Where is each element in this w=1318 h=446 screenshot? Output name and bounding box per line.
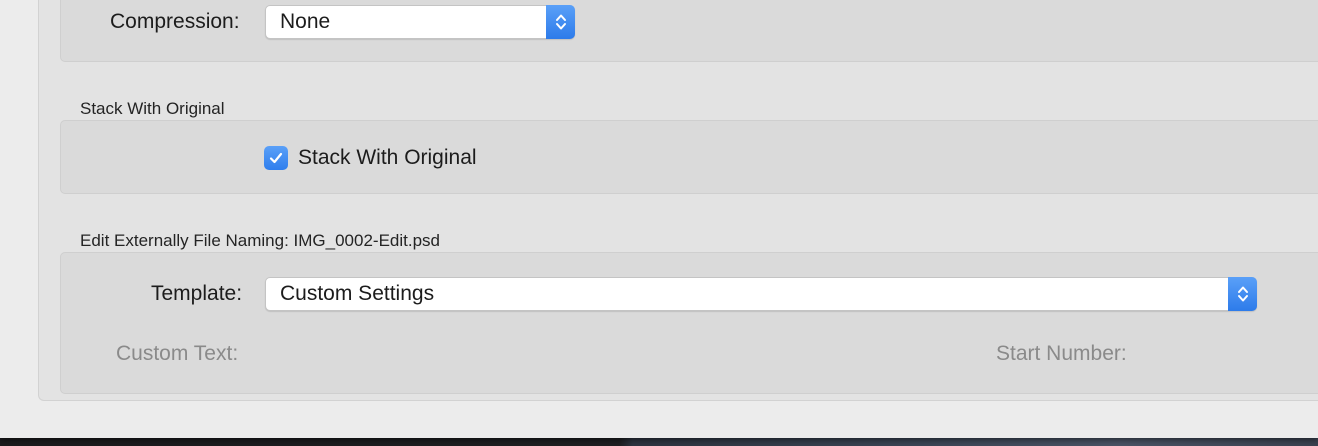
template-popup[interactable]: Custom Settings xyxy=(265,277,1257,311)
checkmark-icon xyxy=(269,152,283,164)
custom-text-label: Custom Text: xyxy=(116,342,239,365)
compression-group xyxy=(60,0,1318,62)
stack-with-original-checkbox[interactable] xyxy=(264,146,288,170)
stack-group xyxy=(60,120,1318,194)
start-number-label: Start Number: xyxy=(996,342,1127,365)
export-settings-window: Compression: None Stack With Original St… xyxy=(0,0,1318,438)
template-label: Template: xyxy=(151,282,243,305)
compression-value: None xyxy=(280,10,331,33)
compression-popup[interactable]: None xyxy=(265,5,575,39)
compression-label: Compression: xyxy=(110,10,240,33)
stack-with-original-label[interactable]: Stack With Original xyxy=(298,146,477,170)
chevron-up-down-icon xyxy=(546,5,575,39)
stack-section-title: Stack With Original xyxy=(80,99,225,118)
file-naming-section-title: Edit Externally File Naming: IMG_0002-Ed… xyxy=(80,231,440,250)
chevron-up-down-icon xyxy=(1228,277,1257,311)
template-value: Custom Settings xyxy=(280,282,435,305)
file-naming-group xyxy=(60,252,1318,394)
